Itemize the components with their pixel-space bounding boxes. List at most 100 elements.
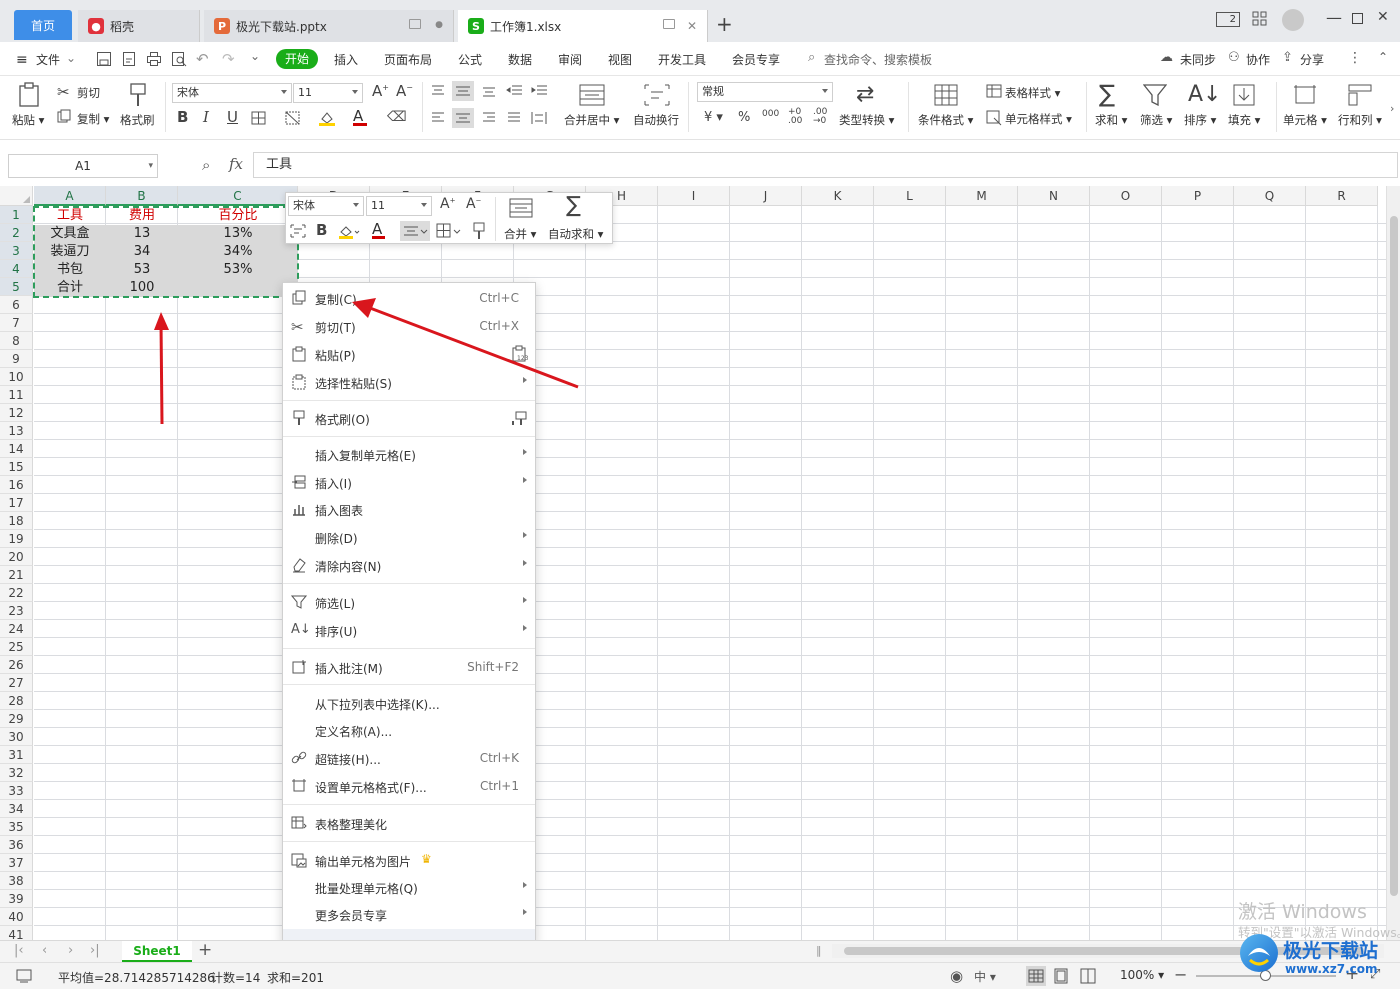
row-header-7[interactable]: 7 <box>0 314 33 332</box>
undo-icon[interactable]: ↶ <box>196 50 209 68</box>
mini-font-size-select[interactable]: 11 <box>366 196 432 216</box>
column-header-i[interactable]: I <box>658 186 730 206</box>
font-grow-icon[interactable]: A+ <box>372 84 389 99</box>
row-header-19[interactable]: 19 <box>0 530 33 548</box>
new-tab-button[interactable]: + <box>716 12 733 36</box>
row-header-1[interactable]: 1 <box>0 206 33 224</box>
vertical-scroll-thumb[interactable] <box>1390 216 1398 896</box>
print-preview-icon[interactable] <box>171 51 187 67</box>
decimal-decrease-icon[interactable]: .00 →0 <box>813 108 827 126</box>
close-window-icon[interactable]: ✕ <box>1377 9 1389 25</box>
bold-icon[interactable]: B <box>177 110 188 125</box>
align-middle-icon[interactable] <box>452 81 474 101</box>
mini-border-icon[interactable] <box>436 223 462 239</box>
thousands-icon[interactable]: 000 <box>762 109 779 119</box>
eye-protect-icon[interactable]: ◉ <box>950 967 963 985</box>
row-header-21[interactable]: 21 <box>0 566 33 584</box>
format-painter-multi-icon[interactable] <box>511 409 529 427</box>
menu-item-beautify-table[interactable]: 表格整理美化 <box>283 810 535 836</box>
avatar[interactable] <box>1282 9 1304 31</box>
menu-item-more-member[interactable]: 更多会员专享 <box>283 901 535 927</box>
row-header-25[interactable]: 25 <box>0 638 33 656</box>
column-header-c[interactable]: C <box>178 186 298 206</box>
last-sheet-icon[interactable]: ›| <box>90 943 100 958</box>
column-header-n[interactable]: N <box>1018 186 1090 206</box>
menu-data[interactable]: 数据 <box>508 51 532 68</box>
grid-apps-icon[interactable] <box>1252 11 1268 27</box>
mini-font-grow-icon[interactable]: A+ <box>440 197 455 211</box>
eraser-icon[interactable]: ⌫ <box>387 109 407 125</box>
copy-button[interactable]: 复制 ▾ <box>77 111 109 127</box>
number-format-select[interactable]: 常规 <box>697 82 833 102</box>
row-header-6[interactable]: 6 <box>0 296 33 314</box>
row-header-33[interactable]: 33 <box>0 782 33 800</box>
formula-input[interactable]: 工具 <box>253 152 1398 178</box>
chevron-down-icon[interactable]: ⌄ <box>66 51 76 65</box>
export-pdf-icon[interactable] <box>121 51 137 67</box>
menu-item-insert-copied-cells[interactable]: 插入复制单元格(E) <box>283 441 535 467</box>
row-header-13[interactable]: 13 <box>0 422 33 440</box>
maximize-icon[interactable] <box>1352 13 1363 24</box>
row-header-28[interactable]: 28 <box>0 692 33 710</box>
border-icon[interactable] <box>251 111 267 125</box>
align-right-icon[interactable] <box>481 111 497 125</box>
paste-button[interactable]: 粘贴 ▾ <box>12 112 44 128</box>
select-all-corner[interactable] <box>0 186 33 206</box>
align-left-icon[interactable] <box>430 111 446 125</box>
command-search[interactable]: 查找命令、搜索模板 <box>824 51 932 68</box>
row-header-18[interactable]: 18 <box>0 512 33 530</box>
menu-developer[interactable]: 开发工具 <box>658 51 706 68</box>
quick-access-dropdown-icon[interactable]: ⌄ <box>250 49 260 63</box>
decimal-increase-icon[interactable]: +0.00 <box>788 108 802 126</box>
menu-item-export-image[interactable]: 输出单元格为图片 ♛ <box>283 847 535 873</box>
filter-button[interactable]: 筛选 ▾ <box>1140 112 1172 128</box>
menu-member[interactable]: 会员专享 <box>732 51 780 68</box>
font-size-select[interactable]: 11 <box>293 83 363 103</box>
distributed-icon[interactable] <box>531 111 547 125</box>
menu-item-delete[interactable]: 删除(D) <box>283 524 535 550</box>
more-icon[interactable]: ⋮ <box>1348 50 1362 66</box>
conditional-format-button[interactable]: 条件格式 ▾ <box>918 112 973 128</box>
italic-icon[interactable]: I <box>203 110 209 125</box>
close-tab-icon[interactable]: ✕ <box>687 19 697 33</box>
sheet-tab-sheet1[interactable]: Sheet1 <box>122 941 192 962</box>
share-button[interactable]: 分享 <box>1300 51 1324 68</box>
mini-format-painter-icon[interactable] <box>472 222 486 240</box>
row-header-12[interactable]: 12 <box>0 404 33 422</box>
page-break-view-icon[interactable] <box>1080 968 1096 984</box>
format-painter-button[interactable]: 格式刷 <box>120 112 155 128</box>
minimize-icon[interactable]: — <box>1326 8 1342 27</box>
column-header-m[interactable]: M <box>946 186 1018 206</box>
menu-item-format-painter[interactable]: 格式刷(O) <box>283 405 535 431</box>
input-method-icon[interactable]: 中 ▾ <box>974 968 996 985</box>
mini-autosum-button[interactable]: 自动求和 ▾ <box>548 226 603 242</box>
monitor-icon[interactable] <box>409 19 421 29</box>
column-header-l[interactable]: L <box>874 186 946 206</box>
row-header-37[interactable]: 37 <box>0 854 33 872</box>
row-header-11[interactable]: 11 <box>0 386 33 404</box>
column-header-a[interactable]: A <box>34 186 106 206</box>
row-header-2[interactable]: 2 <box>0 224 33 242</box>
diagonal-border-icon[interactable] <box>285 111 301 125</box>
sort-button[interactable]: 排序 ▾ <box>1184 112 1216 128</box>
tab-xlsx[interactable]: S 工作簿1.xlsx ✕ <box>458 10 708 42</box>
row-header-27[interactable]: 27 <box>0 674 33 692</box>
menu-insert[interactable]: 插入 <box>334 51 358 68</box>
zoom-level[interactable]: 100% ▾ <box>1120 968 1164 982</box>
row-header-5[interactable]: 5 <box>0 278 33 296</box>
add-sheet-button[interactable]: + <box>198 940 212 960</box>
mini-align-center-icon[interactable] <box>400 221 430 241</box>
cell-button[interactable]: 单元格 ▾ <box>1283 112 1327 128</box>
redo-icon[interactable]: ↷ <box>222 50 235 68</box>
print-icon[interactable] <box>146 51 162 67</box>
row-header-9[interactable]: 9 <box>0 350 33 368</box>
collapse-ribbon-icon[interactable]: ⌃ <box>1378 50 1388 64</box>
mini-font-shrink-icon[interactable]: A− <box>466 197 481 211</box>
menu-item-insert-comment[interactable]: 插入批注(M) Shift+F2 <box>283 654 535 680</box>
menu-formula[interactable]: 公式 <box>458 51 482 68</box>
layout-badge-icon[interactable]: 2 <box>1216 12 1240 27</box>
row-header-39[interactable]: 39 <box>0 890 33 908</box>
row-header-4[interactable]: 4 <box>0 260 33 278</box>
paste-icon[interactable] <box>17 82 41 108</box>
ribbon-scroll-right-icon[interactable]: › <box>1390 102 1394 115</box>
